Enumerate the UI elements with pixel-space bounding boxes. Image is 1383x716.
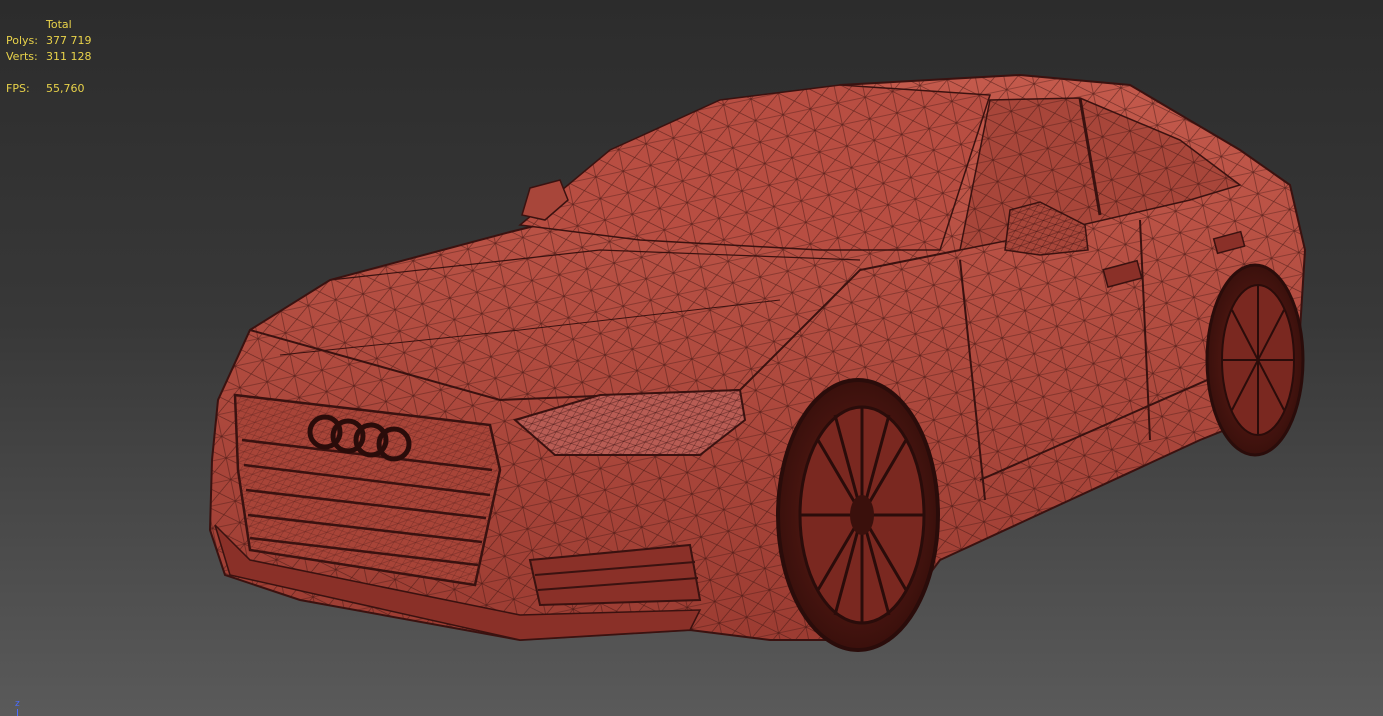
polys-value: 377 719 (46, 34, 92, 47)
windshield (518, 84, 992, 251)
car-wireframe-model[interactable] (0, 0, 1383, 716)
verts-label: Verts: (6, 50, 38, 63)
verts-value: 311 128 (46, 50, 92, 63)
axis-gizmo-z-label: z (15, 699, 20, 709)
polys-label: Polys: (6, 34, 38, 47)
fps-value: 55,760 (46, 82, 85, 95)
front-wheel (776, 378, 940, 652)
3d-viewport[interactable]: Total Polys: 377 719 Verts: 311 128 FPS:… (0, 0, 1383, 716)
axis-gizmo-z-icon (17, 709, 18, 716)
fps-label: FPS: (6, 82, 30, 95)
rear-wheel (1205, 263, 1305, 457)
viewport-statistics: Total Polys: 377 719 Verts: 311 128 FPS:… (6, 17, 92, 97)
stats-header: Total (46, 18, 72, 31)
